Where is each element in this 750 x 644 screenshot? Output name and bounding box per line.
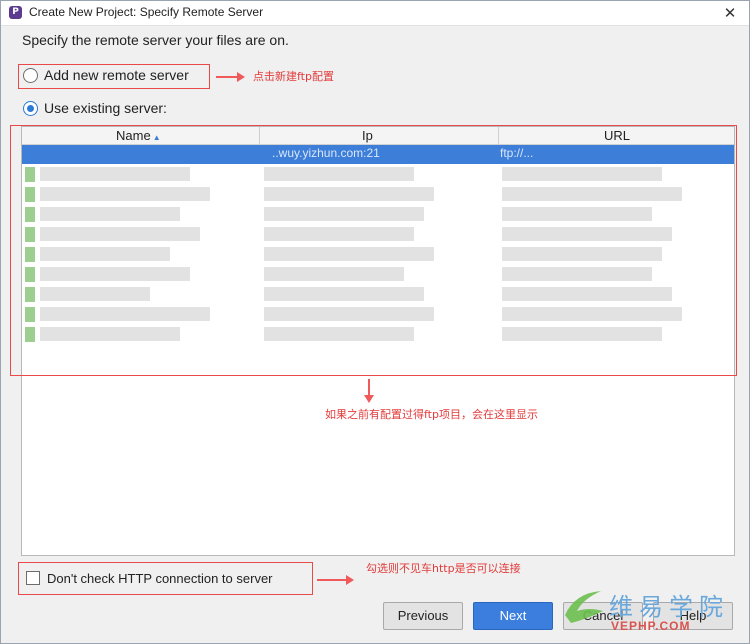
create-project-dialog: P Create New Project: Specify Remote Ser… <box>0 0 750 644</box>
previous-button[interactable]: Previous <box>383 602 463 630</box>
annotation-checkbox: 勾选则不见车http是否可以连接 <box>366 562 521 575</box>
annotation-list: 如果之前有配置过得ftp项目，会在这里显示 <box>325 408 538 421</box>
annotation-arrow-add-new <box>216 72 245 82</box>
window-title: Create New Project: Specify Remote Serve… <box>29 5 264 19</box>
server-list-highlight-box <box>10 125 737 376</box>
title-bar: P Create New Project: Specify Remote Ser… <box>1 1 749 26</box>
watermark-logo: 维易学院 VEPHP.COM <box>561 585 747 643</box>
annotation-add-new: 点击新建ftp配置 <box>253 70 334 83</box>
watermark-swoosh-icon <box>565 591 603 623</box>
add-new-label[interactable]: Add new remote server <box>44 67 189 83</box>
annotation-arrow-list <box>364 379 374 403</box>
page-heading: Specify the remote server your files are… <box>22 32 289 48</box>
app-icon: P <box>9 6 22 19</box>
dont-check-http-label[interactable]: Don't check HTTP connection to server <box>47 571 273 586</box>
annotation-arrow-checkbox <box>317 575 354 585</box>
watermark-subtext: VEPHP.COM <box>611 619 691 633</box>
dont-check-http-checkbox[interactable] <box>26 571 40 585</box>
use-existing-label[interactable]: Use existing server: <box>44 100 167 116</box>
close-button[interactable]: ✕ <box>719 2 741 24</box>
add-new-radio[interactable] <box>23 68 38 83</box>
use-existing-radio[interactable] <box>23 101 38 116</box>
next-button[interactable]: Next <box>473 602 553 630</box>
watermark-text: 维易学院 <box>609 593 729 621</box>
